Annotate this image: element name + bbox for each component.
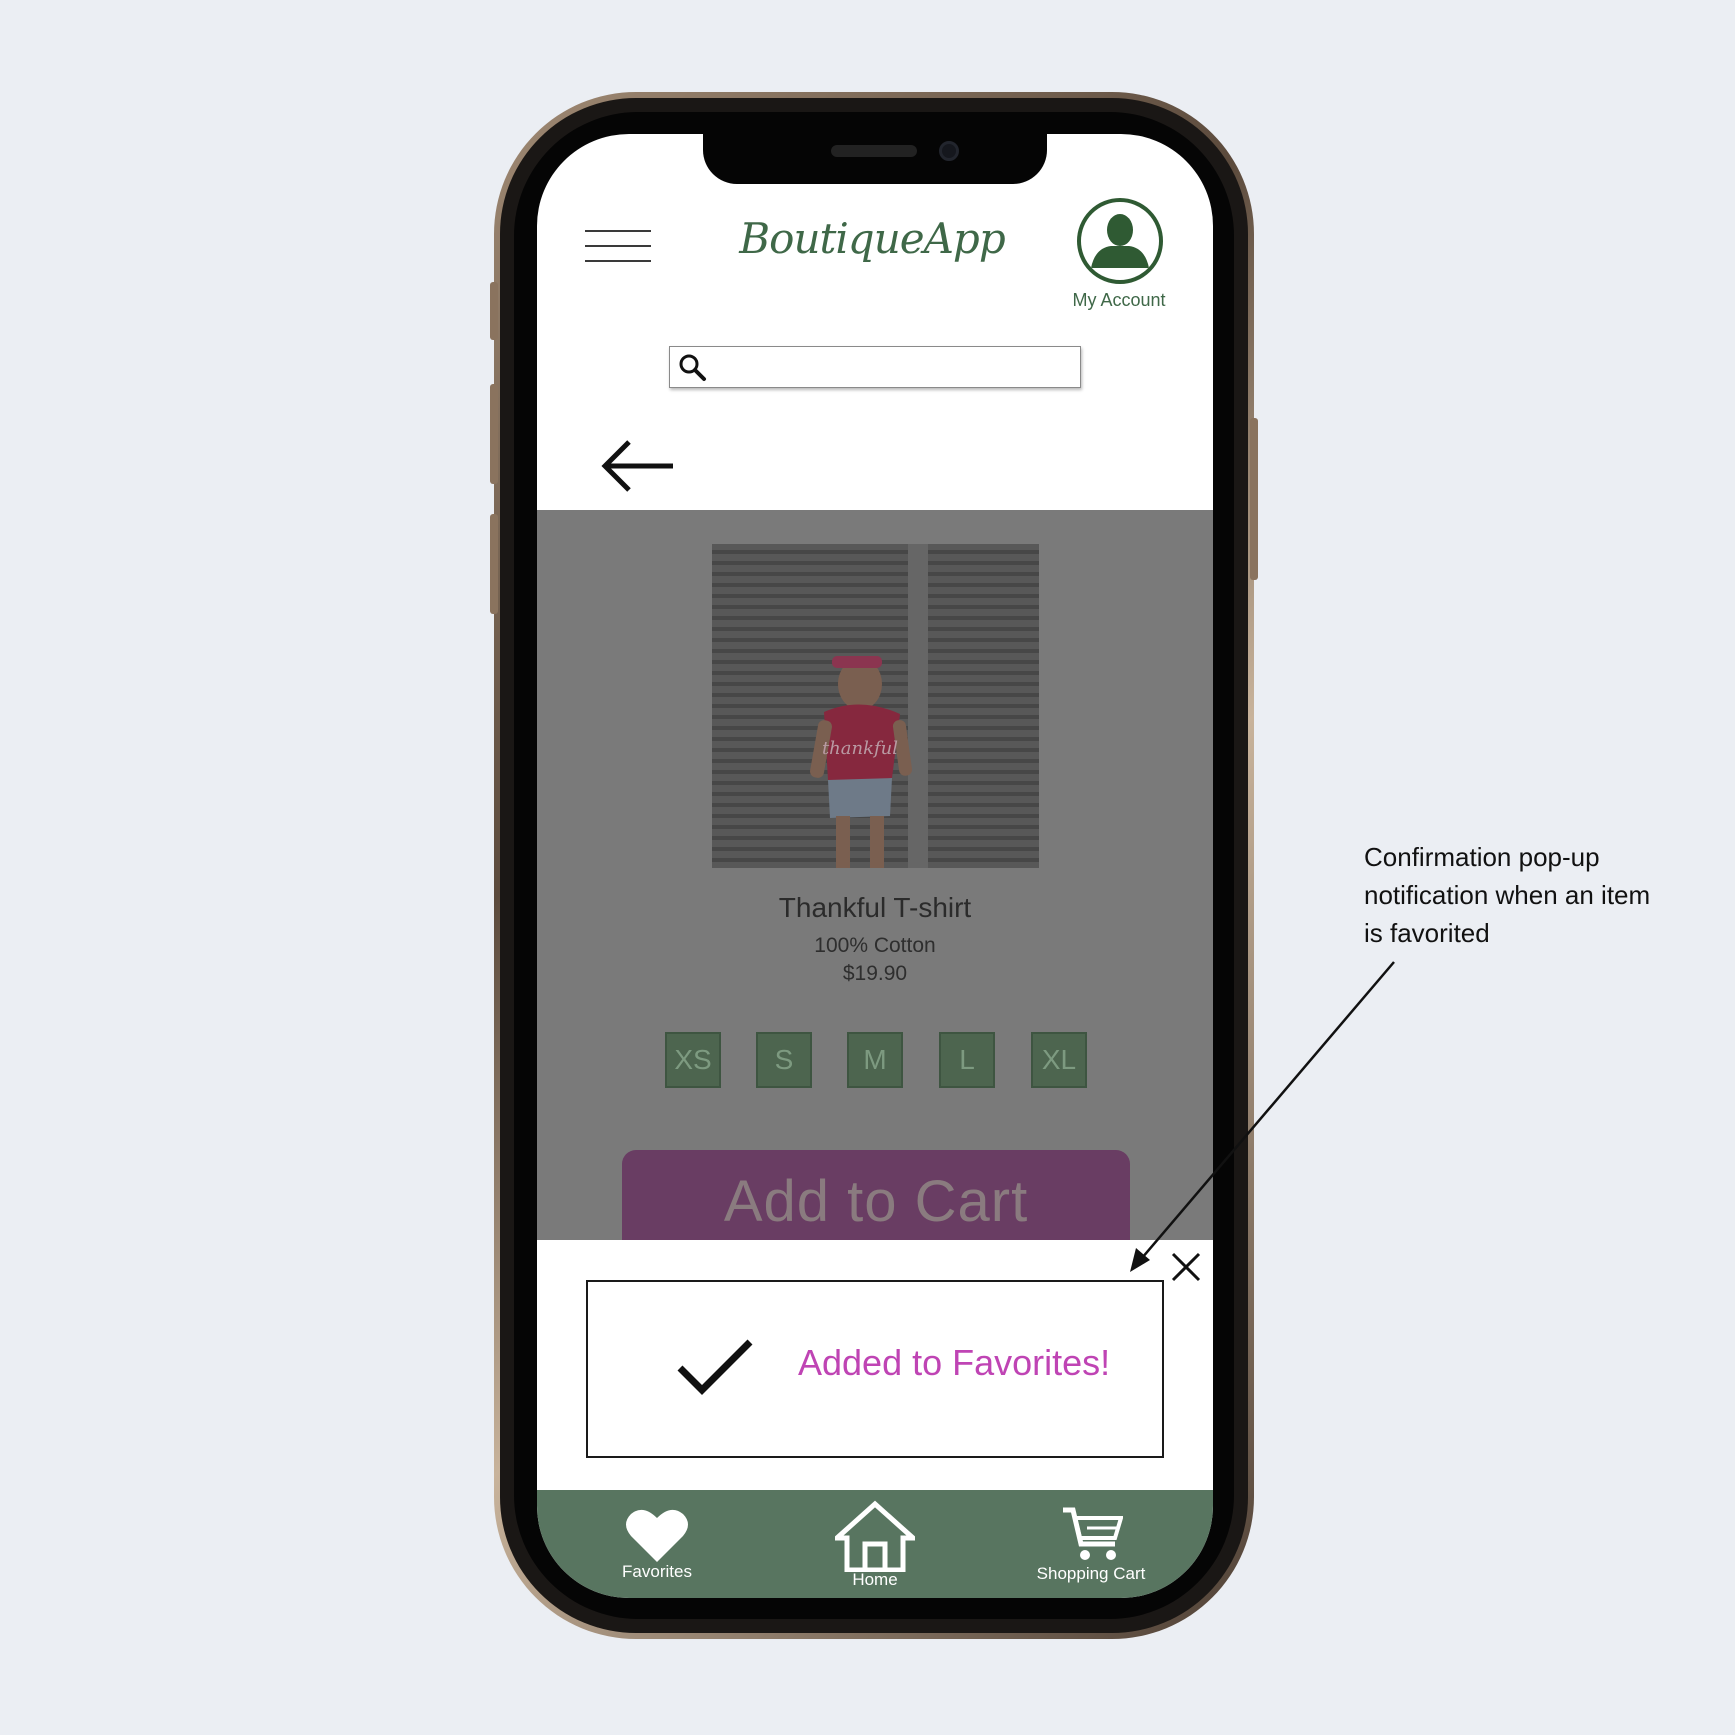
notch — [703, 134, 1047, 184]
phone-screen: BoutiqueApp My Account thankful Thankful… — [537, 134, 1213, 1598]
popup-message-box: Added to Favorites! — [586, 1280, 1164, 1458]
shutter-slat — [712, 638, 1039, 642]
size-option-xs[interactable]: XS — [665, 1032, 721, 1088]
nav-shopping-cart[interactable]: Shopping Cart — [1031, 1490, 1151, 1598]
shutter-slat — [712, 649, 1039, 653]
canvas: BoutiqueApp My Account thankful Thankful… — [0, 0, 1735, 1735]
shutter-slat — [712, 627, 1039, 631]
product-image: thankful — [712, 544, 1039, 868]
size-option-s[interactable]: S — [756, 1032, 812, 1088]
heart-icon — [626, 1509, 688, 1562]
product-price: $19.90 — [842, 962, 908, 985]
shutter-slat — [712, 594, 1039, 598]
shutter-slat — [712, 572, 1039, 576]
back-arrow-icon[interactable] — [599, 436, 675, 496]
search-input[interactable] — [714, 347, 1074, 387]
popup-message: Added to Favorites! — [798, 1342, 1111, 1383]
close-icon[interactable] — [1169, 1250, 1203, 1284]
annotation-text: Confirmation pop-up notification when an… — [1364, 842, 1651, 948]
menu-line — [585, 230, 651, 232]
my-account-button[interactable]: My Account — [1064, 198, 1174, 310]
shirt-print: thankful — [822, 738, 898, 759]
check-icon — [677, 1339, 753, 1395]
product-material: 100% Cotton — [814, 934, 936, 957]
size-option-m[interactable]: M — [847, 1032, 903, 1088]
side-button — [490, 384, 498, 484]
side-button — [490, 514, 498, 614]
hamburger-menu-icon[interactable] — [585, 230, 651, 270]
user-avatar-icon — [1077, 198, 1163, 284]
shutter-slat — [712, 605, 1039, 609]
menu-line — [585, 245, 651, 247]
nav-label: Favorites — [622, 1562, 692, 1581]
shutter-slat — [712, 550, 1039, 554]
search-icon — [679, 354, 706, 381]
nav-favorites[interactable]: Favorites — [609, 1490, 705, 1598]
account-label: My Account — [1072, 290, 1166, 310]
camera — [939, 141, 959, 161]
search-field[interactable] — [669, 346, 1081, 388]
shutter-slat — [712, 561, 1039, 565]
app-logo: BoutiqueApp — [739, 214, 1005, 263]
size-option-l[interactable]: L — [939, 1032, 995, 1088]
cart-icon — [1063, 1507, 1123, 1560]
home-icon — [835, 1500, 915, 1572]
shutter-slat — [712, 616, 1039, 620]
side-button — [1250, 418, 1258, 580]
product-name: Thankful T-shirt — [778, 892, 972, 923]
menu-line — [585, 260, 651, 262]
nav-label: Shopping Cart — [1036, 1564, 1146, 1583]
nav-label: Home — [852, 1570, 898, 1589]
size-option-xl[interactable]: XL — [1031, 1032, 1087, 1088]
speaker — [831, 145, 917, 157]
side-button — [490, 282, 498, 340]
bottom-nav: Favorites Home Shopping Cart — [537, 1490, 1213, 1598]
shutter-slat — [712, 583, 1039, 587]
product-detail-overlay: thankful Thankful T-shirt 100% Cotton $1… — [537, 510, 1213, 1260]
nav-home[interactable]: Home — [815, 1490, 935, 1598]
